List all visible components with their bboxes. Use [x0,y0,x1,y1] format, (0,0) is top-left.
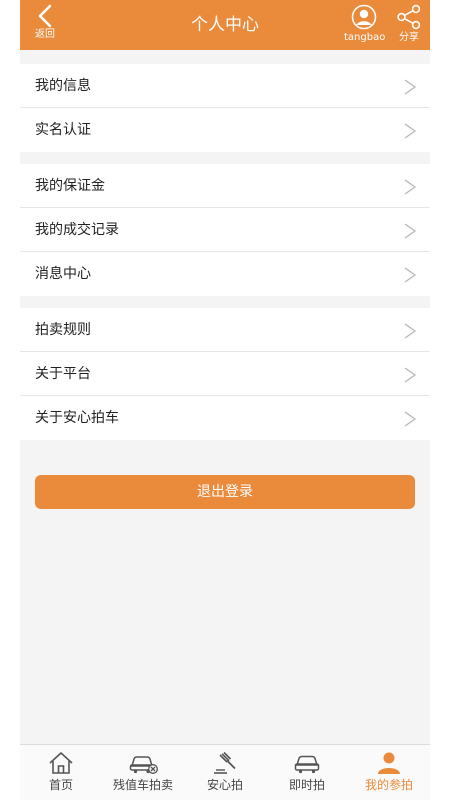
share-button[interactable]: 分享 [392,4,426,48]
menu-item-label: 关于平台 [35,366,91,382]
chevron-right-icon [404,208,418,252]
tab-label: 我的参拍 [364,778,413,792]
tab-label: 安心拍 [206,778,243,792]
menu-item-about-anxin-paiche[interactable]: 关于安心拍车 [20,396,430,440]
chevron-right-icon [404,352,418,396]
menu-group-records: 我的保证金 我的成交记录 消息中心 [20,164,430,296]
menu-item-label: 拍卖规则 [35,322,91,338]
menu-item-my-info[interactable]: 我的信息 [20,64,430,108]
menu-item-label: 实名认证 [35,122,91,138]
menu-item-message-center[interactable]: 消息中心 [20,252,430,296]
back-label: 返回 [35,29,55,40]
tab-my-bids[interactable]: 我的参拍 [348,745,430,801]
gavel-icon [214,751,236,774]
share-label: 分享 [399,32,419,43]
chevron-right-icon [404,308,418,352]
chevron-right-icon [404,108,418,152]
user-avatar-icon [351,4,377,30]
chevron-right-icon [404,164,418,208]
menu-group-account: 我的信息 实名认证 [20,64,430,152]
car-icon [294,755,320,774]
menu-item-transaction-records[interactable]: 我的成交记录 [20,208,430,252]
damaged-car-icon [129,756,158,774]
username-label: tangbao [344,32,386,43]
chevron-left-icon [38,4,52,28]
app-header: 返回 个人中心 tangbao 分享 [20,0,430,50]
menu-group-about: 拍卖规则 关于平台 关于安心拍车 [20,308,430,440]
chevron-right-icon [404,396,418,440]
tab-instant-auction[interactable]: 即时拍 [266,745,348,801]
menu-item-label: 我的成交记录 [35,222,119,238]
tab-damaged-car-auction[interactable]: 残值车拍卖 [102,745,184,801]
tab-anxin-auction[interactable]: 安心拍 [184,745,266,801]
logout-button[interactable]: 退出登录 [35,475,415,509]
menu-item-label: 消息中心 [35,266,91,282]
bottom-tab-bar: 首页 残值车拍卖 安心拍 即时拍 我的参拍 [20,744,430,800]
menu-item-my-deposit[interactable]: 我的保证金 [20,164,430,208]
share-icon [397,4,421,30]
menu-item-label: 我的信息 [35,78,91,94]
tab-label: 残值车拍卖 [112,778,173,792]
person-icon [378,752,400,774]
home-icon [49,752,73,774]
tab-home[interactable]: 首页 [20,745,102,801]
user-avatar-button[interactable]: tangbao [344,4,386,48]
menu-item-label: 我的保证金 [35,178,105,194]
tab-label: 首页 [48,778,73,792]
tab-label: 即时拍 [288,778,325,792]
menu-item-real-name-verification[interactable]: 实名认证 [20,108,430,152]
chevron-right-icon [404,64,418,108]
back-button[interactable]: 返回 [28,4,62,48]
menu-item-label: 关于安心拍车 [35,410,119,426]
chevron-right-icon [404,252,418,296]
menu-item-about-platform[interactable]: 关于平台 [20,352,430,396]
menu-item-auction-rules[interactable]: 拍卖规则 [20,308,430,352]
